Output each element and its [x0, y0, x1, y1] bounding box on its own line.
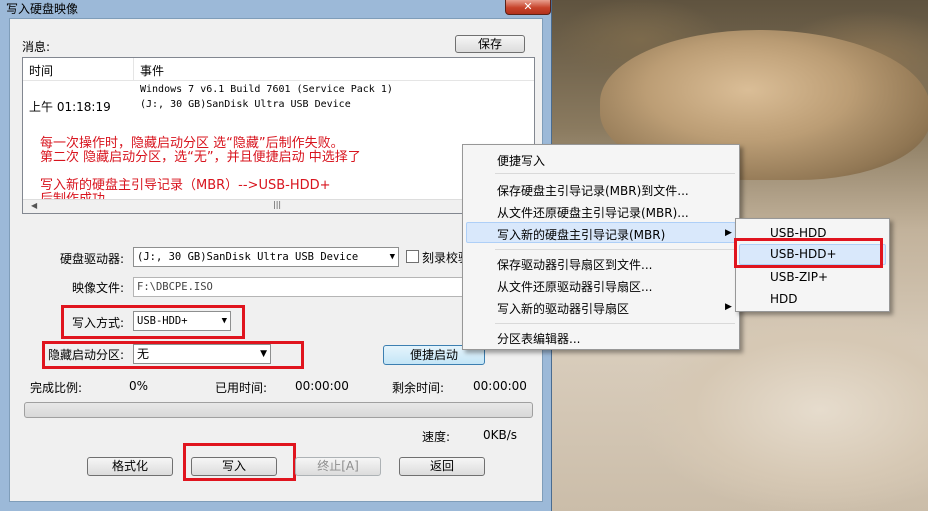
menu-item-restore-boot-sector[interactable]: 从文件还原驱动器引导扇区... [497, 278, 652, 295]
drive-select[interactable]: (J:, 30 GB)SanDisk Ultra USB Device ▼ [133, 247, 399, 267]
menu-item-write-mbr[interactable]: 写入新的硬盘主引导记录(MBR) [497, 226, 665, 243]
messages-label: 消息: [22, 40, 51, 54]
save-button[interactable]: 保存 [455, 35, 525, 53]
menu-separator [495, 173, 735, 174]
submenu-arrow-icon: ▶ [725, 302, 732, 312]
menu-item-save-mbr[interactable]: 保存硬盘主引导记录(MBR)到文件... [497, 182, 689, 199]
elapsed-label: 已用时间: [215, 381, 268, 395]
column-event[interactable]: 事件 [140, 62, 164, 79]
complete-label: 完成比例: [30, 381, 83, 395]
format-button[interactable]: 格式化 [87, 457, 173, 476]
context-menu: 便捷写入 保存硬盘主引导记录(MBR)到文件... 从文件还原硬盘主引导记录(M… [462, 144, 740, 350]
verify-checkbox[interactable] [406, 250, 419, 263]
submenu-item-hdd[interactable]: HDD [770, 292, 798, 306]
image-file-value: F:\DBCPE.ISO [137, 281, 213, 293]
note-line-3: 写入新的硬盘主引导记录（MBR）-->USB-HDD+ [40, 178, 331, 193]
log-header: 时间 事件 [23, 58, 534, 81]
log-entry-event: (J:, 30 GB)SanDisk Ultra USB Device [140, 99, 351, 110]
column-divider [133, 58, 134, 80]
menu-item-write-boot-sector[interactable]: 写入新的驱动器引导扇区 [497, 300, 629, 317]
back-button[interactable]: 返回 [399, 457, 485, 476]
elapsed-value: 00:00:00 [295, 379, 349, 393]
image-file-label: 映像文件: [72, 281, 125, 295]
drive-select-value: (J:, 30 GB)SanDisk Ultra USB Device [137, 251, 359, 263]
message-log[interactable]: 时间 事件 Windows 7 v6.1 Build 7601 (Service… [22, 57, 535, 214]
submenu-item-usb-zip-plus[interactable]: USB-ZIP+ [770, 270, 828, 284]
window-title: 写入硬盘映像 [6, 2, 79, 16]
stop-button[interactable]: 终止[A] [295, 457, 381, 476]
chevron-down-icon: ▼ [260, 349, 267, 359]
menu-item-partition-editor[interactable]: 分区表编辑器... [497, 330, 580, 347]
horizontal-scrollbar[interactable]: ◀ ||| [23, 199, 534, 213]
drive-label: 硬盘驱动器: [60, 252, 125, 266]
highlight-usb-hdd-plus [734, 238, 883, 268]
note-line-2: 第二次 隐藏启动分区，选“无”，并且便捷启动 中选择了 [40, 150, 361, 165]
remaining-value: 00:00:00 [473, 379, 527, 393]
chevron-down-icon: ▼ [221, 316, 227, 326]
log-entry-os: Windows 7 v6.1 Build 7601 (Service Pack … [140, 84, 393, 95]
menu-item-save-boot-sector[interactable]: 保存驱动器引导扇区到文件... [497, 256, 652, 273]
complete-value: 0% [129, 379, 149, 393]
write-mode-label: 写入方式: [72, 316, 125, 330]
scroll-left-arrow-icon[interactable]: ◀ [31, 201, 37, 210]
write-mode-select[interactable]: USB-HDD+ ▼ [133, 311, 231, 331]
menu-separator [495, 249, 735, 250]
image-file-field[interactable]: F:\DBCPE.ISO [133, 277, 468, 297]
chevron-down-icon: ▼ [389, 252, 395, 262]
speed-label: 速度: [422, 430, 451, 444]
write-mode-value: USB-HDD+ [137, 315, 188, 327]
log-entry-time: 上午 01:18:19 [29, 100, 111, 114]
menu-item-restore-mbr[interactable]: 从文件还原硬盘主引导记录(MBR)... [497, 204, 689, 221]
write-button[interactable]: 写入 [191, 457, 277, 476]
scroll-thumb[interactable]: ||| [273, 200, 281, 209]
hidden-partition-value: 无 [137, 347, 150, 361]
close-button[interactable]: ✕ [505, 0, 551, 15]
menu-item-quick-write[interactable]: 便捷写入 [497, 152, 545, 169]
column-time[interactable]: 时间 [29, 62, 53, 79]
hidden-partition-label: 隐藏启动分区: [48, 348, 125, 362]
title-bar[interactable]: 写入硬盘映像 ✕ [0, 0, 552, 16]
submenu-arrow-icon: ▶ [725, 228, 732, 238]
hidden-partition-select[interactable]: 无 ▼ [133, 344, 271, 364]
speed-value: 0KB/s [483, 428, 518, 442]
remaining-label: 剩余时间: [392, 381, 445, 395]
note-line-1: 每一次操作时，隐藏启动分区 选“隐藏”后制作失败。 [40, 136, 344, 151]
menu-separator [495, 323, 735, 324]
progress-bar [24, 402, 533, 418]
